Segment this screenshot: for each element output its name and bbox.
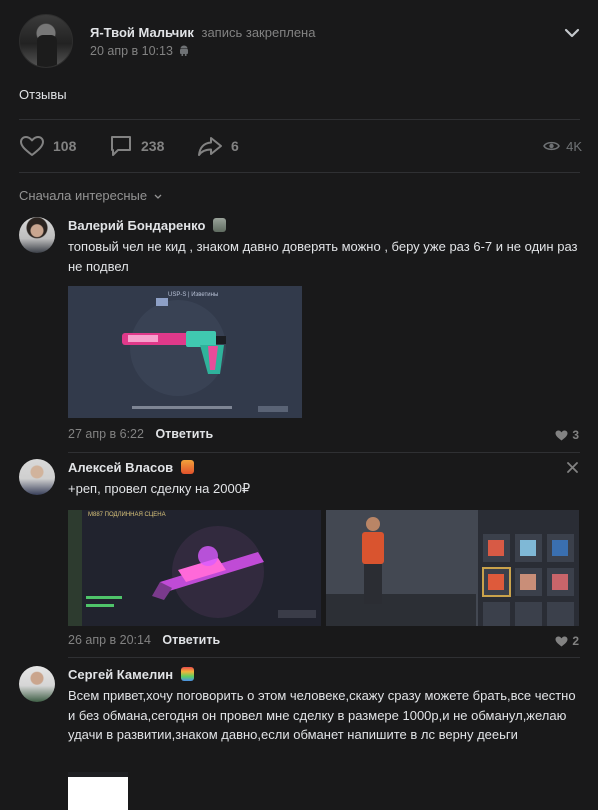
heart-icon (555, 636, 568, 646)
commenter-name-text[interactable]: Сергей Камелин (68, 667, 173, 682)
comment-count: 238 (141, 138, 165, 154)
divider (19, 119, 580, 120)
rainbow-emoji-icon (180, 667, 194, 681)
thumb-emoji-icon (213, 218, 227, 232)
comment-meta: 26 апр в 20:14 Ответить (68, 633, 220, 647)
views-counter: 4K (543, 133, 582, 159)
commenter-name[interactable]: Алексей Власов (68, 460, 194, 475)
chevron-down-icon[interactable] (564, 28, 580, 38)
weapon-skin-image (68, 510, 321, 626)
comment-item: Валерий Бондаренко топовый чел не кид , … (19, 217, 582, 447)
reply-button[interactable]: Ответить (155, 427, 213, 441)
commenter-name[interactable]: Валерий Бондаренко (68, 218, 227, 233)
chevron-down-icon (154, 194, 162, 199)
comment-date[interactable]: 26 апр в 20:14 (68, 633, 151, 647)
pinned-note: запись закреплена (201, 25, 316, 40)
post-date-text[interactable]: 20 апр в 10:13 (90, 44, 173, 58)
comment-meta: 27 апр в 6:22 Ответить (68, 427, 213, 441)
heart-icon (20, 136, 44, 156)
image-caption: USP-S | Изветины (168, 292, 219, 298)
heart-icon (555, 430, 568, 440)
comment-button[interactable]: 238 (109, 133, 164, 159)
share-button[interactable]: 6 (197, 133, 239, 159)
commenter-avatar[interactable] (19, 666, 55, 702)
post-card: Я-Твой Мальчик запись закреплена 20 апр … (0, 0, 598, 810)
share-count: 6 (231, 138, 239, 154)
comment-image[interactable]: USP-S | Изветины (68, 286, 302, 418)
weapon-skin-image (68, 286, 302, 418)
comment-date[interactable]: 27 апр в 6:22 (68, 427, 144, 441)
comment-like-button[interactable]: 3 (555, 428, 579, 442)
divider (68, 452, 580, 453)
reply-button[interactable]: Ответить (162, 633, 220, 647)
comment-icon (111, 136, 131, 156)
phone-status-bar (68, 772, 128, 777)
like-count: 108 (53, 138, 77, 154)
character-outfit-image (326, 510, 579, 626)
post-actions: 108 238 6 4K (19, 133, 582, 159)
divider (19, 172, 580, 173)
commenter-avatar[interactable] (19, 217, 55, 253)
author-avatar[interactable] (19, 14, 73, 68)
post-date[interactable]: 20 апр в 10:13 (90, 44, 189, 58)
comment-image[interactable] (68, 772, 128, 810)
comment-item: Алексей Власов +реп, провел сделку на 20… (19, 459, 582, 655)
commenter-avatar[interactable] (19, 459, 55, 495)
comment-text: топовый чел не кид , знаком давно доверя… (68, 239, 578, 274)
drink-emoji-icon (180, 460, 194, 474)
comment-like-count: 2 (572, 634, 579, 648)
post-header: Я-Твой Мальчик запись закреплена 20 апр … (19, 14, 584, 74)
eye-icon (543, 141, 561, 151)
sort-label[interactable]: Сначала интересные (19, 188, 147, 203)
like-button[interactable]: 108 (19, 133, 76, 159)
comment-like-count: 3 (572, 428, 579, 442)
comment-like-button[interactable]: 2 (555, 634, 579, 648)
share-icon (198, 137, 222, 156)
android-icon (180, 45, 189, 56)
comment-image[interactable] (326, 510, 579, 626)
comment-text: +реп, провел сделку на 2000₽ (68, 481, 251, 496)
sort-dropdown[interactable]: Сначала интересные (19, 188, 162, 203)
author-name[interactable]: Я-Твой Мальчик (90, 25, 194, 40)
image-caption: M887 ПОДЛИННАЯ СЦЕНА (88, 512, 166, 518)
commenter-name[interactable]: Сергей Камелин (68, 667, 194, 682)
comment-text: Всем привет,хочу поговорить о этом челов… (68, 688, 576, 742)
commenter-name-text[interactable]: Валерий Бондаренко (68, 218, 205, 233)
comment-image[interactable]: M887 ПОДЛИННАЯ СЦЕНА (68, 510, 321, 626)
author-line: Я-Твой Мальчик запись закреплена (90, 25, 315, 40)
commenter-name-text[interactable]: Алексей Власов (68, 460, 173, 475)
close-icon[interactable] (567, 462, 578, 473)
divider (68, 657, 580, 658)
views-count: 4K (566, 138, 582, 154)
post-text: Отзывы (19, 87, 67, 102)
comment-item: Сергей Камелин Всем привет,хочу поговори… (19, 666, 582, 810)
